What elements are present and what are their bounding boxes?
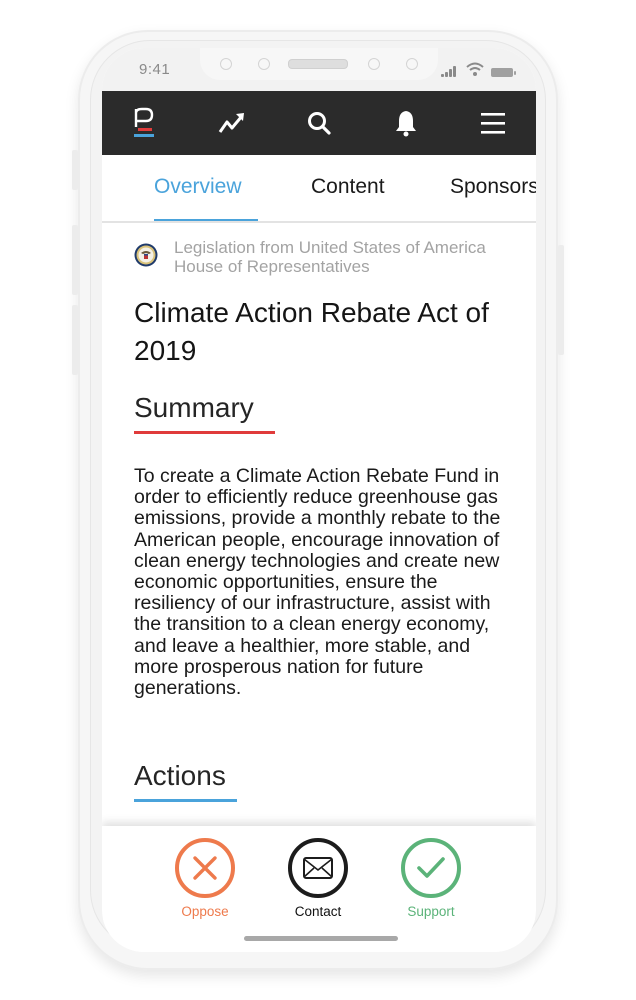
check-circle-icon <box>417 857 445 878</box>
active-tab-indicator <box>154 219 258 221</box>
support-button[interactable]: Support <box>386 838 476 919</box>
trending-button[interactable] <box>212 103 252 143</box>
tab-bar: Overview Content Sponsors <box>102 155 536 223</box>
status-time: 9:41 <box>139 61 171 78</box>
power-button <box>558 245 564 355</box>
p-logo-icon <box>134 107 155 137</box>
phone-screen: 9:41 Overview Content Sponsors Legislati… <box>102 48 536 952</box>
sensor-dot <box>258 58 270 70</box>
home-indicator[interactable] <box>244 936 398 941</box>
wifi-icon <box>466 62 484 76</box>
mute-switch <box>72 150 78 190</box>
bill-title: Climate Action Rebate Act of 2019 <box>134 297 489 366</box>
camera-dot <box>368 58 380 70</box>
support-label: Support <box>407 904 455 919</box>
hamburger-menu-icon <box>480 113 505 134</box>
menu-button[interactable] <box>473 103 513 143</box>
logo-button[interactable] <box>125 103 165 143</box>
envelope-icon <box>303 857 333 879</box>
contact-button[interactable]: Contact <box>273 838 363 919</box>
trending-up-icon <box>218 113 245 133</box>
tab-overview[interactable]: Overview <box>154 175 242 199</box>
oppose-circle <box>175 838 235 898</box>
actions-underline <box>134 799 237 802</box>
contact-label: Contact <box>294 904 342 919</box>
tab-sponsors[interactable]: Sponsors <box>450 175 536 199</box>
search-icon <box>307 112 331 135</box>
bill-source-text: Legislation from United States of Americ… <box>174 238 486 276</box>
tab-content[interactable]: Content <box>311 175 385 199</box>
action-bar: Oppose Contact Support <box>102 826 536 952</box>
summary-underline <box>134 431 275 434</box>
battery-icon <box>491 68 516 77</box>
bill-source: Legislation from United States of Americ… <box>134 238 514 278</box>
house-seal-icon <box>134 243 158 267</box>
sensor-dot <box>406 58 418 70</box>
signal-icon <box>441 65 461 77</box>
oppose-label: Oppose <box>181 904 229 919</box>
support-circle <box>401 838 461 898</box>
status-bar: 9:41 <box>102 48 536 92</box>
sensor-dot <box>220 58 232 70</box>
bell-icon <box>395 111 416 137</box>
contact-circle <box>288 838 348 898</box>
summary-heading: Summary <box>134 392 254 423</box>
volume-up-button <box>72 225 78 295</box>
volume-down-button <box>72 305 78 375</box>
notch <box>200 48 438 80</box>
oppose-button[interactable]: Oppose <box>160 838 250 919</box>
x-circle-icon <box>193 856 217 880</box>
top-nav-bar <box>102 91 536 155</box>
notifications-button[interactable] <box>386 103 426 143</box>
actions-heading: Actions <box>134 760 226 791</box>
search-button[interactable] <box>299 103 339 143</box>
summary-text: To create a Climate Action Rebate Fund i… <box>134 465 501 700</box>
speaker-grille <box>288 59 348 69</box>
